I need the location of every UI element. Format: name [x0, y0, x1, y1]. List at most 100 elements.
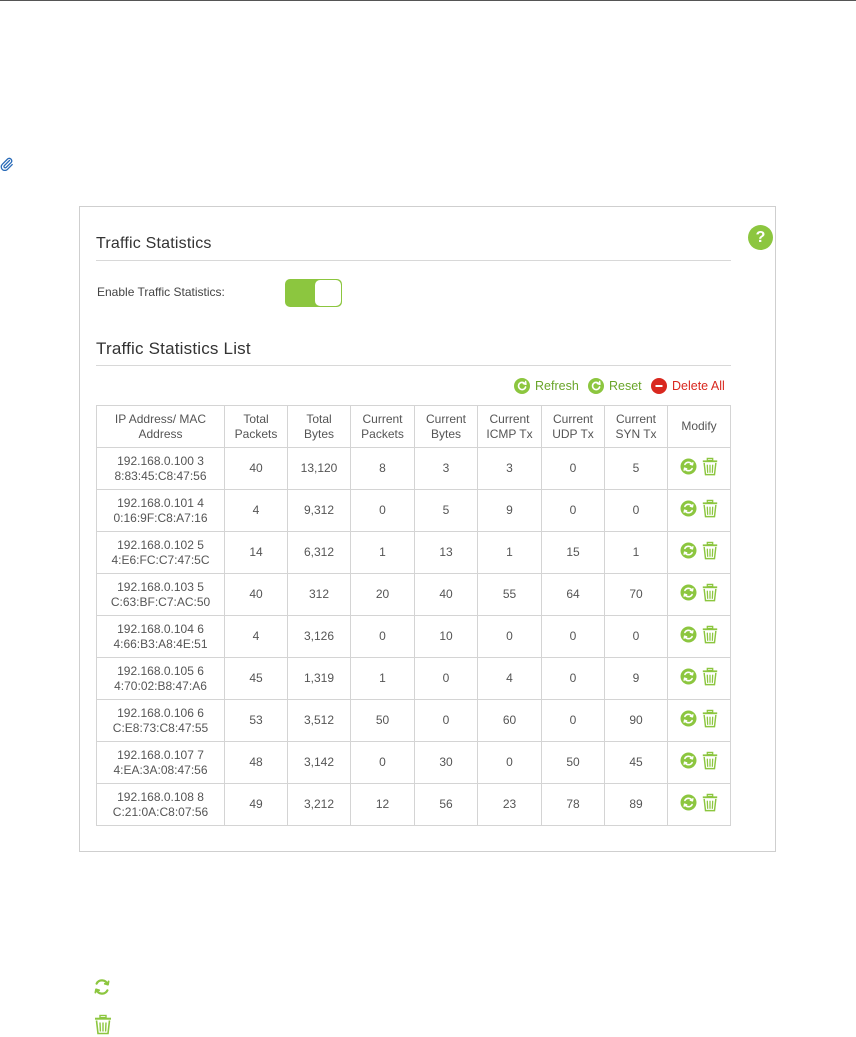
refresh-icon[interactable] [680, 794, 697, 815]
refresh-icon[interactable] [680, 458, 697, 479]
table-row: 192.168.0.105 6 4:70:02:B8:47:A6 45 1,319 1 0… [96, 657, 731, 700]
refresh-icon[interactable] [680, 752, 697, 773]
refresh-all-button[interactable]: Refresh [514, 378, 579, 394]
cell-modify [667, 489, 731, 532]
refresh-icon [514, 378, 530, 394]
cell-address: 192.168.0.106 6 C:E8:73:C8:47:55 [96, 699, 225, 742]
cell-current-bytes: 56 [414, 783, 478, 826]
mac-address-text: 4:EA:3A:08:47:56 [113, 762, 208, 777]
trash-icon[interactable] [701, 457, 719, 480]
mac-address-text: 0:16:9F:C8:A7:16 [113, 510, 208, 525]
refresh-all-label: Refresh [535, 379, 579, 393]
cell-current-icmp-tx: 55 [477, 573, 542, 616]
column-header-address: IP Address/ MAC Address [96, 405, 225, 448]
table-row: 192.168.0.103 5 C:63:BF:C7:AC:50 40 312 20 40… [96, 573, 731, 616]
cell-modify [667, 531, 731, 574]
cell-current-packets: 1 [350, 657, 415, 700]
trash-icon[interactable] [701, 583, 719, 606]
cell-current-udp-tx: 50 [541, 741, 605, 784]
refresh-icon[interactable] [680, 584, 697, 605]
cell-current-bytes: 0 [414, 657, 478, 700]
column-header-modify: Modify [667, 405, 731, 448]
cell-modify [667, 783, 731, 826]
cell-current-packets: 8 [350, 447, 415, 490]
cell-address: 192.168.0.108 8 C:21:0A:C8:07:56 [96, 783, 225, 826]
cell-total-packets: 40 [224, 573, 288, 616]
ip-address-text: 192.168.0.102 5 [117, 537, 204, 552]
reset-all-button[interactable]: Reset [588, 378, 642, 394]
refresh-icon[interactable] [680, 542, 697, 563]
mac-address-text: C:21:0A:C8:07:56 [112, 804, 209, 819]
column-header-current-syn-tx: Current SYN Tx [604, 405, 668, 448]
cell-current-bytes: 0 [414, 699, 478, 742]
column-header-total-bytes: Total Bytes [287, 405, 351, 448]
cell-current-bytes: 13 [414, 531, 478, 574]
column-header-current-icmp-tx: Current ICMP Tx [477, 405, 542, 448]
cell-current-bytes: 30 [414, 741, 478, 784]
section-title-traffic-statistics: Traffic Statistics [96, 235, 212, 252]
trash-icon[interactable] [701, 625, 719, 648]
ip-address-text: 192.168.0.104 6 [117, 621, 204, 636]
cell-total-packets: 14 [224, 531, 288, 574]
cell-total-packets: 4 [224, 615, 288, 658]
cell-current-syn-tx: 70 [604, 573, 668, 616]
cell-current-icmp-tx: 3 [477, 447, 542, 490]
help-icon[interactable]: ? [748, 225, 773, 250]
cell-current-packets: 12 [350, 783, 415, 826]
cell-current-udp-tx: 0 [541, 615, 605, 658]
table-row: 192.168.0.104 6 4:66:B3:A8:4E:51 4 3,126 0 10… [96, 615, 731, 658]
table-row: 192.168.0.102 5 4:E6:FC:C7:47:5C 14 6,312 1 1… [96, 531, 731, 574]
delete-all-label: Delete All [672, 379, 725, 393]
trash-icon[interactable] [701, 709, 719, 732]
cell-current-bytes: 5 [414, 489, 478, 532]
cell-current-icmp-tx: 23 [477, 783, 542, 826]
ip-address-text: 192.168.0.108 8 [117, 789, 204, 804]
refresh-icon [94, 979, 110, 995]
cell-modify [667, 573, 731, 616]
cell-current-syn-tx: 5 [604, 447, 668, 490]
cell-modify [667, 657, 731, 700]
trash-icon[interactable] [701, 541, 719, 564]
cell-address: 192.168.0.104 6 4:66:B3:A8:4E:51 [96, 615, 225, 658]
cell-total-packets: 49 [224, 783, 288, 826]
cell-current-syn-tx: 1 [604, 531, 668, 574]
mac-address-text: C:E8:73:C8:47:55 [112, 720, 209, 735]
table-row: 192.168.0.100 3 8:83:45:C8:47:56 40 13,120 8… [96, 447, 731, 490]
cell-total-bytes: 3,512 [287, 699, 351, 742]
cell-total-bytes: 1,319 [287, 657, 351, 700]
reset-all-label: Reset [609, 379, 642, 393]
trash-icon[interactable] [701, 793, 719, 816]
cell-current-icmp-tx: 4 [477, 657, 542, 700]
cell-total-packets: 53 [224, 699, 288, 742]
refresh-icon[interactable] [680, 500, 697, 521]
cell-current-syn-tx: 45 [604, 741, 668, 784]
delete-all-button[interactable]: Delete All [651, 378, 725, 394]
refresh-icon[interactable] [680, 710, 697, 731]
cell-modify [667, 741, 731, 784]
trash-icon[interactable] [701, 499, 719, 522]
trash-icon[interactable] [701, 667, 719, 690]
cell-current-udp-tx: 0 [541, 699, 605, 742]
table-row: 192.168.0.108 8 C:21:0A:C8:07:56 49 3,212 12… [96, 783, 731, 826]
traffic-statistics-table: IP Address/ MAC Address Total Packets Tota… [96, 405, 731, 826]
cell-modify [667, 447, 731, 490]
cell-modify [667, 615, 731, 658]
cell-current-bytes: 10 [414, 615, 478, 658]
section-divider [96, 260, 731, 261]
cell-current-udp-tx: 0 [541, 489, 605, 532]
minus-circle-icon [651, 378, 667, 394]
cell-current-packets: 50 [350, 699, 415, 742]
trash-icon [95, 1014, 111, 1035]
trash-icon[interactable] [701, 751, 719, 774]
cell-modify [667, 699, 731, 742]
cell-current-udp-tx: 64 [541, 573, 605, 616]
refresh-icon[interactable] [680, 626, 697, 647]
mac-address-text: 4:66:B3:A8:4E:51 [113, 636, 208, 651]
refresh-icon[interactable] [680, 668, 697, 689]
cell-address: 192.168.0.100 3 8:83:45:C8:47:56 [96, 447, 225, 490]
enable-traffic-statistics-toggle[interactable] [285, 279, 342, 307]
ip-address-text: 192.168.0.103 5 [117, 579, 204, 594]
cell-total-packets: 48 [224, 741, 288, 784]
cell-current-syn-tx: 0 [604, 615, 668, 658]
mac-address-text: 8:83:45:C8:47:56 [114, 468, 207, 483]
